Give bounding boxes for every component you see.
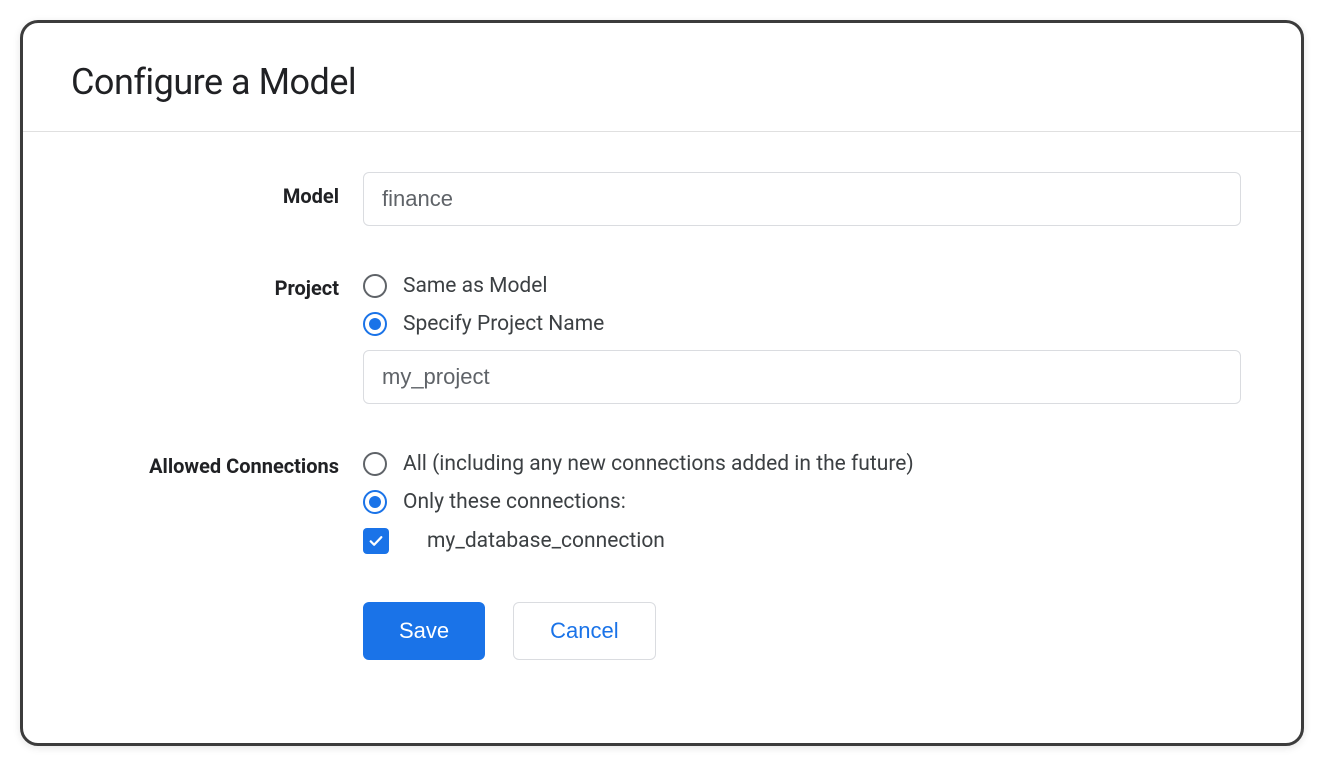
model-control — [363, 172, 1241, 226]
checkbox-checked-icon — [363, 528, 389, 554]
check-icon — [367, 532, 385, 550]
project-row: Project Same as Model Specify Project Na… — [83, 274, 1241, 404]
radio-icon — [363, 452, 387, 476]
dialog-header: Configure a Model — [23, 23, 1301, 132]
radio-dot-icon — [369, 496, 381, 508]
connections-label: Allowed Connections — [83, 452, 363, 478]
radio-icon — [363, 274, 387, 298]
save-button[interactable]: Save — [363, 602, 485, 660]
model-label: Model — [83, 172, 363, 208]
connection-item-label: my_database_connection — [427, 529, 665, 553]
project-label: Project — [83, 274, 363, 300]
project-name-input[interactable] — [363, 350, 1241, 404]
connection-item[interactable]: my_database_connection — [363, 528, 1241, 554]
project-radio-specify-label: Specify Project Name — [403, 312, 604, 336]
project-name-wrapper — [363, 350, 1241, 404]
connections-radio-all[interactable]: All (including any new connections added… — [363, 452, 1241, 476]
project-control: Same as Model Specify Project Name — [363, 274, 1241, 404]
model-input[interactable] — [363, 172, 1241, 226]
connections-radio-only[interactable]: Only these connections: — [363, 490, 1241, 514]
connections-radio-only-label: Only these connections: — [403, 490, 626, 514]
configure-model-dialog: Configure a Model Model Project Same as … — [20, 20, 1304, 746]
radio-icon-selected — [363, 490, 387, 514]
dialog-title: Configure a Model — [71, 61, 1253, 103]
connections-row: Allowed Connections All (including any n… — [83, 452, 1241, 554]
connections-radio-all-label: All (including any new connections added… — [403, 452, 914, 476]
project-radio-specify[interactable]: Specify Project Name — [363, 312, 1241, 336]
project-radio-same-label: Same as Model — [403, 274, 548, 298]
cancel-button[interactable]: Cancel — [513, 602, 655, 660]
dialog-body: Model Project Same as Model Specify Proj… — [23, 132, 1301, 700]
button-row: Save Cancel — [363, 602, 1241, 660]
radio-dot-icon — [369, 318, 381, 330]
radio-icon-selected — [363, 312, 387, 336]
model-row: Model — [83, 172, 1241, 226]
project-radio-same[interactable]: Same as Model — [363, 274, 1241, 298]
connections-control: All (including any new connections added… — [363, 452, 1241, 554]
